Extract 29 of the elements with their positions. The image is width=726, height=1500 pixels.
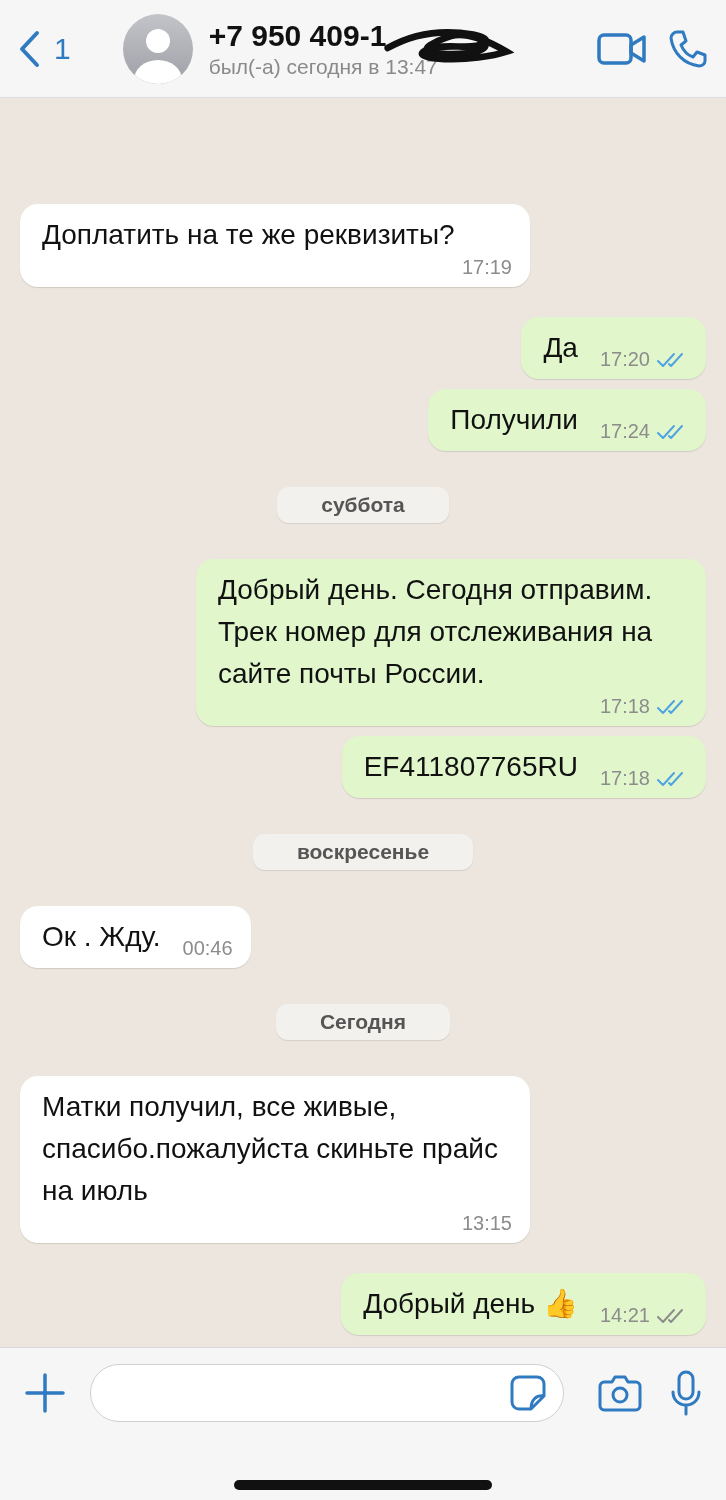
back-button[interactable]: 1 bbox=[18, 29, 71, 68]
message-time: 17:18 bbox=[599, 767, 650, 790]
message-time: 17:18 bbox=[599, 695, 650, 718]
contact-name[interactable]: +7 950 409-1 bbox=[208, 18, 576, 53]
message-time: 17:24 bbox=[599, 420, 650, 443]
message-text: Да bbox=[543, 331, 578, 365]
last-seen-status: был(-а) сегодня в 13:47 bbox=[208, 54, 439, 79]
add-icon[interactable] bbox=[24, 1372, 66, 1414]
avatar-icon[interactable] bbox=[122, 13, 193, 84]
camera-icon[interactable] bbox=[598, 1374, 642, 1412]
message-time: 00:46 bbox=[182, 937, 233, 960]
chevron-left-icon bbox=[18, 29, 40, 68]
date-chip: суббота bbox=[277, 487, 449, 523]
message-text: Добрый день. Сегодня отправим. Трек номер для отслеживания на сайте почты России. bbox=[218, 573, 654, 691]
message-text: EF411807765RU bbox=[363, 750, 578, 784]
message-time: 13:15 bbox=[461, 1212, 512, 1235]
message-text: Ок . Жду. bbox=[42, 920, 161, 954]
message-time: 17:20 bbox=[599, 348, 650, 371]
phone-icon[interactable] bbox=[668, 28, 708, 69]
message-text: Доплатить на те же реквизиты? bbox=[42, 218, 456, 252]
message-time: 17:19 bbox=[461, 256, 512, 279]
message-text: Получили bbox=[450, 403, 578, 437]
message-text: Матки получил, все живые, спасибо.пожалуйста скиньте прайс на июль bbox=[42, 1090, 499, 1208]
date-chip: Сегодня bbox=[275, 1004, 451, 1040]
sticker-icon[interactable] bbox=[509, 1374, 547, 1412]
message-time: 14:21 bbox=[599, 1304, 650, 1327]
date-chip: воскресенье bbox=[252, 834, 474, 870]
message-text: Добрый день 👍 bbox=[363, 1287, 578, 1321]
microphone-icon[interactable] bbox=[670, 1370, 702, 1416]
